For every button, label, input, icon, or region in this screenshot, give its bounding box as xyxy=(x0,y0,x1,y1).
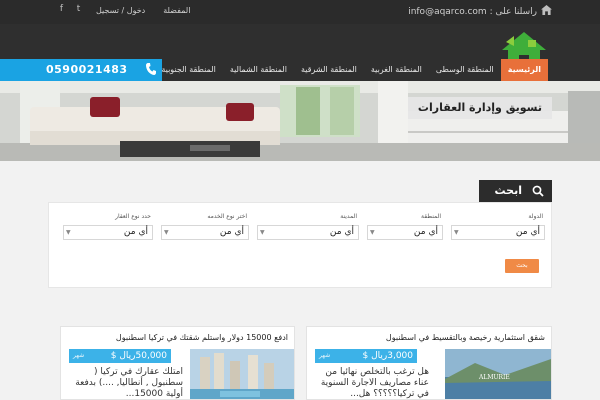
chevron-down-icon: ▼ xyxy=(370,229,375,236)
listing-thumbnail[interactable] xyxy=(190,349,294,399)
phone-box[interactable]: 0590021483 xyxy=(0,59,162,81)
property-type-field: حدد نوع العقار أي من ▼ xyxy=(63,211,153,243)
listing-photo: ALMURIE xyxy=(445,349,551,399)
region-select-value: أي من xyxy=(413,227,438,237)
service-type-select-value: أي من xyxy=(219,227,244,237)
account-links: دخول / تسجيل المفضلة xyxy=(96,6,190,15)
search-section: ابحث الدولة أي من ▼ المنطقة أي من ▼ المد… xyxy=(48,180,552,288)
property-type-select[interactable]: أي من ▼ xyxy=(63,225,153,240)
search-panel: الدولة أي من ▼ المنطقة أي من ▼ المدينة أ… xyxy=(48,202,552,288)
listing-price: 3,000ريال $ شهر xyxy=(315,349,417,363)
main-navbar: 0590021483 الرئيسية المنطقة الوسطى المنط… xyxy=(0,59,600,81)
listing-card[interactable]: شقق استثمارية رخيصة وبالتقسيط في اسطنبول… xyxy=(306,326,552,400)
chevron-down-icon: ▼ xyxy=(164,229,169,236)
country-select[interactable]: أي من ▼ xyxy=(451,225,545,240)
listing-price: 50,000ريال $ شهر xyxy=(69,349,171,363)
svg-text:ALMURIE: ALMURIE xyxy=(478,374,510,381)
living-room-image xyxy=(0,81,600,161)
hero-banner xyxy=(0,81,600,161)
listing-price-value: 50,000ريال $ xyxy=(110,351,167,361)
listing-photo xyxy=(190,349,294,399)
hero-caption: تسويق وإدارة العقارات xyxy=(407,97,552,119)
top-utility-bar: f t دخول / تسجيل المفضلة راسلنا على : in… xyxy=(0,0,600,24)
search-submit-button[interactable]: بحث xyxy=(505,259,539,273)
search-icon xyxy=(532,185,544,197)
property-type-select-value: أي من xyxy=(123,227,148,237)
nav-item-western[interactable]: المنطقة الغربية xyxy=(364,59,429,81)
region-field: المنطقة أي من ▼ xyxy=(367,211,443,243)
city-label: المدينة xyxy=(340,213,357,220)
search-tab-label: ابحث xyxy=(494,184,522,197)
nav-item-southern[interactable]: المنطقة الجنوبية xyxy=(154,59,222,81)
facebook-icon[interactable]: f xyxy=(56,4,67,15)
country-label: الدولة xyxy=(528,213,543,220)
listing-title[interactable]: شقق استثمارية رخيصة وبالتقسيط في اسطنبول xyxy=(386,333,545,342)
nav-item-eastern[interactable]: المنطقة الشرقية xyxy=(294,59,364,81)
login-register-link[interactable]: دخول / تسجيل xyxy=(96,6,145,15)
chevron-down-icon: ▼ xyxy=(454,229,459,236)
country-field: الدولة أي من ▼ xyxy=(451,211,545,243)
listing-card[interactable]: ادفع 15000 دولار واستلم شقتك في تركيا اس… xyxy=(60,326,295,400)
home-icon xyxy=(541,5,552,15)
nav-menu: الرئيسية المنطقة الوسطى المنطقة الغربية … xyxy=(154,59,548,81)
nav-item-home[interactable]: الرئيسية xyxy=(500,59,548,81)
chevron-down-icon: ▼ xyxy=(260,229,265,236)
contact-info: راسلنا على : info@aqarco.com xyxy=(408,5,552,17)
listing-thumbnail[interactable]: ALMURIE xyxy=(445,349,551,399)
twitter-icon[interactable]: t xyxy=(73,4,84,15)
search-tab[interactable]: ابحث xyxy=(479,180,552,202)
service-type-label: اختر نوع الخدمه xyxy=(207,213,247,220)
nav-item-northern[interactable]: المنطقة الشمالية xyxy=(223,59,294,81)
property-type-label: حدد نوع العقار xyxy=(115,213,151,220)
service-type-select[interactable]: أي من ▼ xyxy=(161,225,249,240)
city-select-value: أي من xyxy=(329,227,354,237)
contact-email[interactable]: راسلنا على : info@aqarco.com xyxy=(408,7,537,17)
chevron-down-icon: ▼ xyxy=(66,229,71,236)
phone-number[interactable]: 0590021483 xyxy=(46,63,128,76)
listing-price-unit: شهر xyxy=(73,352,85,359)
listing-price-value: 3,000ريال $ xyxy=(362,351,414,361)
listing-description: امتلك عقارك في تركيا ( سطنبول , أنطاليا,… xyxy=(75,367,183,399)
social-links: f t xyxy=(56,4,84,15)
city-field: المدينة أي من ▼ xyxy=(257,211,359,243)
listing-price-unit: شهر xyxy=(319,352,331,359)
listing-title[interactable]: ادفع 15000 دولار واستلم شقتك في تركيا اس… xyxy=(116,333,288,342)
country-select-value: أي من xyxy=(515,227,540,237)
listing-description: هل ترغب بالتخلص نهائيا من عناء مصاريف ال… xyxy=(320,367,429,399)
favorites-link[interactable]: المفضلة xyxy=(163,6,190,15)
region-select[interactable]: أي من ▼ xyxy=(367,225,443,240)
city-select[interactable]: أي من ▼ xyxy=(257,225,359,240)
region-label: المنطقة xyxy=(421,213,441,220)
nav-item-central[interactable]: المنطقة الوسطى xyxy=(429,59,501,81)
service-type-field: اختر نوع الخدمه أي من ▼ xyxy=(161,211,249,243)
